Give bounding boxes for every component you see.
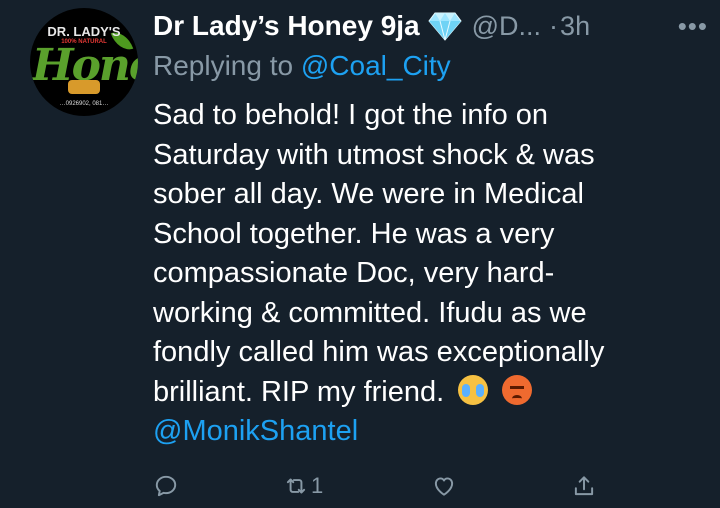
avatar[interactable]: DR. LADY'S 100% NATURAL Honey …0926902, … xyxy=(30,8,138,116)
tweet-text-line: Saturday with utmost shock & was xyxy=(153,138,595,171)
tweet-header: Dr Lady’s Honey 9ja @D... · 3h ••• xyxy=(153,6,708,46)
avatar-phone-text: …0926902, 081… xyxy=(59,101,109,107)
loudly-crying-face-icon xyxy=(458,374,489,405)
tweet-text-line: working & committed. Ifudu as we xyxy=(153,296,587,329)
tweet-text-line: brilliant. RIP my friend. xyxy=(153,375,445,408)
angry-face-icon xyxy=(502,374,533,405)
tweet-body: Sad to behold! I got the info on Saturda… xyxy=(153,96,698,452)
tweet-text-line: compassionate Doc, very hard- xyxy=(153,257,555,289)
share-icon xyxy=(574,476,594,496)
replying-to-mention[interactable]: @Coal_City xyxy=(301,50,451,81)
trailing-mention[interactable]: @MonikShantel xyxy=(153,412,698,452)
retweet-icon xyxy=(286,478,306,494)
heart-icon xyxy=(434,477,454,496)
tweet-text-line: sober all day. We were in Medical xyxy=(153,178,584,210)
like-button[interactable] xyxy=(431,468,457,504)
reply-button[interactable] xyxy=(153,468,179,504)
avatar-brand-text: DR. LADY'S xyxy=(47,24,121,39)
retweet-button[interactable]: 1 xyxy=(283,468,323,504)
retweet-count: 1 xyxy=(311,473,324,498)
tweet-text-line: fondly called him was exceptionally xyxy=(153,336,605,368)
reply-icon xyxy=(155,475,177,497)
share-button[interactable] xyxy=(571,468,597,504)
tweet-text-line: Sad to behold! I got the info on xyxy=(153,99,549,131)
tweet-text-line-last: brilliant. RIP my friend. xyxy=(153,373,698,413)
tweet-text-line: School together. He was a very xyxy=(153,217,555,250)
verified-diamond-icon xyxy=(427,12,462,41)
tweet-actions: 1 xyxy=(153,468,613,508)
separator-dot: · xyxy=(549,10,559,41)
replying-to: Replying to @Coal_City xyxy=(153,50,451,82)
honeycomb-icon xyxy=(68,80,100,94)
more-options-icon[interactable]: ••• xyxy=(678,11,708,42)
replying-to-label: Replying to xyxy=(153,50,301,81)
author-handle[interactable]: @D... xyxy=(472,11,541,42)
author-name[interactable]: Dr Lady’s Honey 9ja xyxy=(153,10,420,42)
tweet-timestamp[interactable]: 3h xyxy=(560,11,590,42)
